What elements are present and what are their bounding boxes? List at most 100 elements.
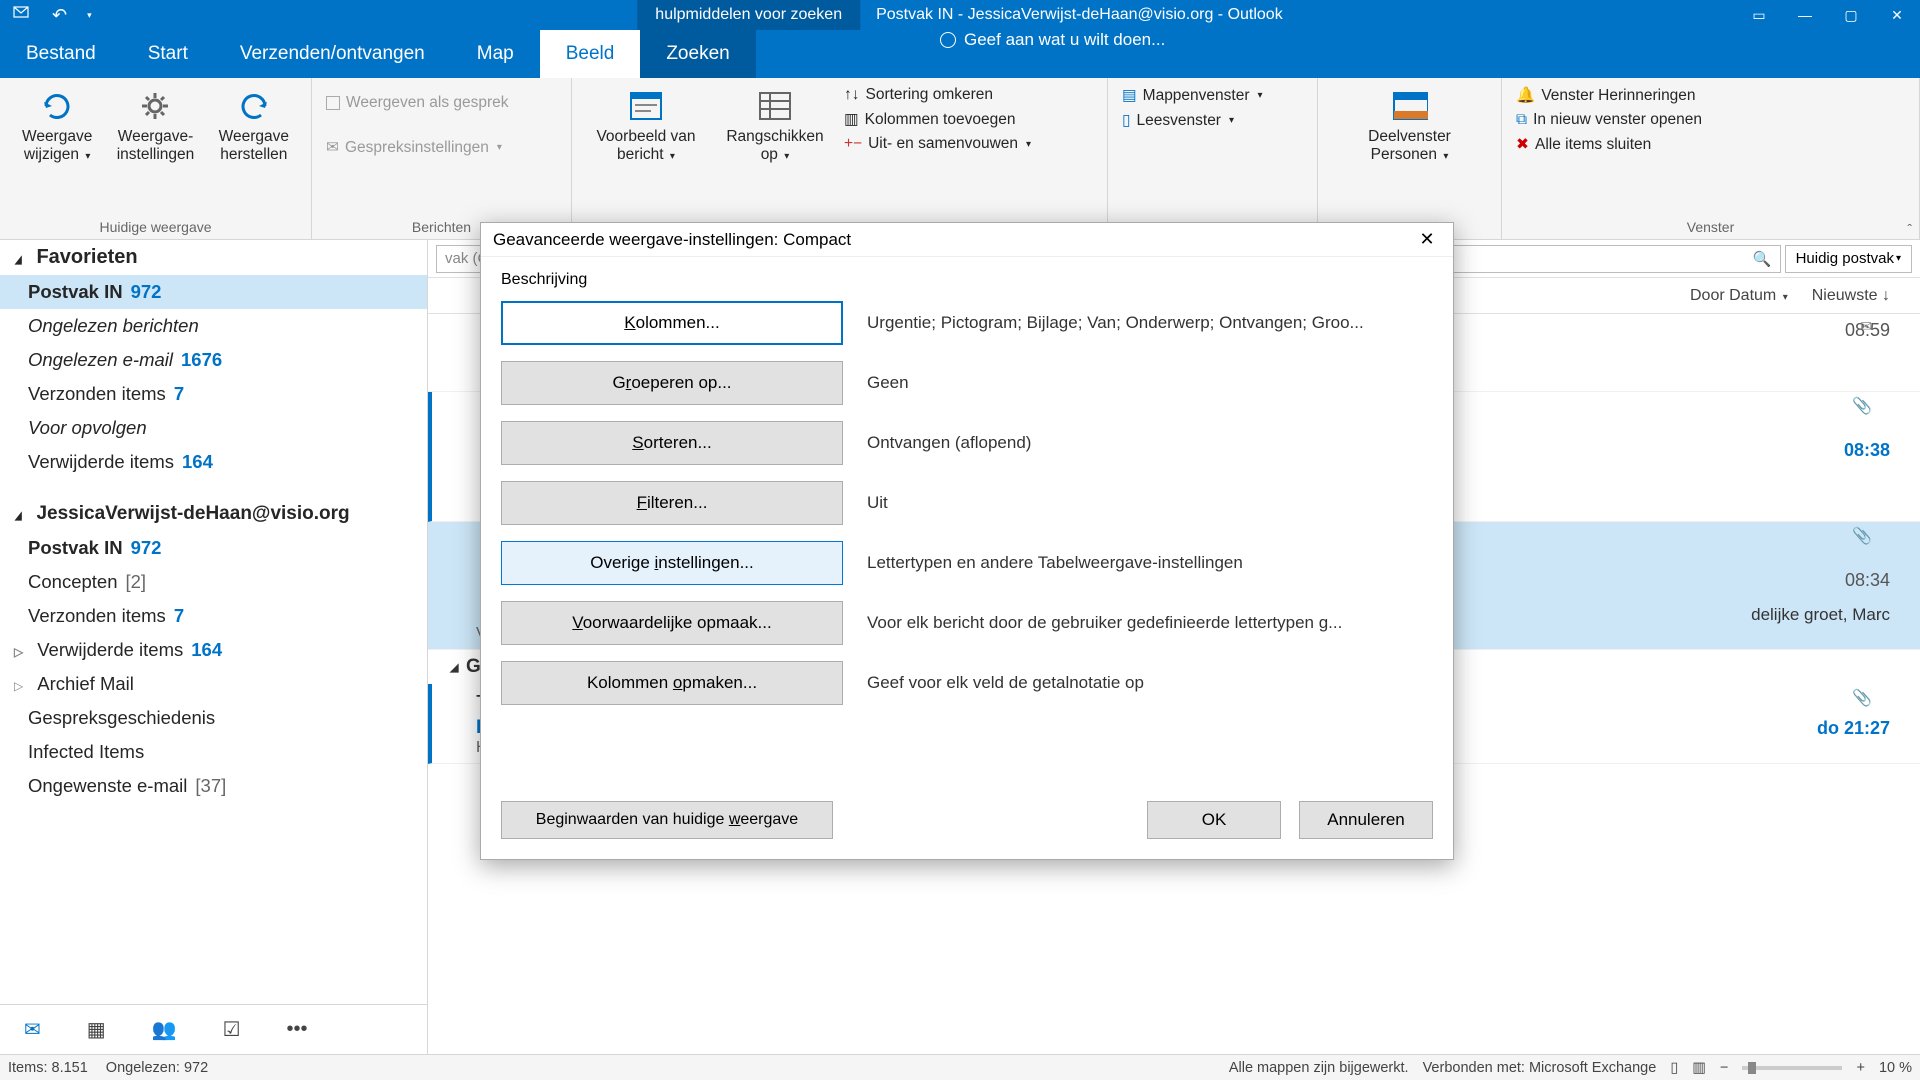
zoom-in-icon[interactable]: + <box>1856 1060 1864 1076</box>
preview-icon <box>628 88 664 124</box>
add-columns-button[interactable]: ▥Kolommen toevoegen <box>844 110 1031 129</box>
arrange-icon <box>757 88 793 124</box>
nav-drafts[interactable]: Concepten[2] <box>0 565 427 599</box>
tab-send-receive[interactable]: Verzenden/ontvangen <box>214 30 451 78</box>
maximize-button[interactable]: ▢ <box>1828 0 1874 30</box>
open-new-window-button[interactable]: ⧉In nieuw venster openen <box>1516 111 1702 129</box>
attachment-icon: 📎 <box>1852 396 1872 416</box>
dialog-section-label: Beschrijving <box>501 271 1433 289</box>
format-columns-button[interactable]: Kolommen opmaken... <box>501 661 843 705</box>
reverse-sort-button[interactable]: ↑↓Sortering omkeren <box>844 86 1031 104</box>
swap-icon: ↑↓ <box>844 86 860 104</box>
view-reading-icon[interactable]: ▥ <box>1692 1060 1706 1076</box>
close-button[interactable]: ✕ <box>1874 0 1920 30</box>
tab-file[interactable]: Bestand <box>0 30 122 78</box>
tab-view[interactable]: Beeld <box>540 30 641 78</box>
view-settings-button[interactable]: Weergave-instellingen <box>106 82 204 164</box>
account-header[interactable]: JessicaVerwijst-deHaan@visio.org <box>0 497 427 531</box>
zoom-out-icon[interactable]: − <box>1720 1060 1728 1076</box>
attachment-icon: 📎 <box>1852 526 1872 546</box>
people-icon[interactable]: 👥 <box>152 1017 177 1042</box>
zoom-slider[interactable] <box>1742 1066 1842 1070</box>
cancel-button[interactable]: Annuleren <box>1299 801 1433 839</box>
calendar-icon[interactable]: ▦ <box>87 1017 106 1042</box>
tell-me[interactable]: Geef aan wat u wilt doen... <box>940 30 1165 50</box>
arrange-by-button[interactable]: Rangschikkenop ▾ <box>712 82 838 164</box>
mail-icon[interactable]: ✉ <box>24 1017 41 1042</box>
search-icon[interactable]: 🔍 <box>1753 250 1772 268</box>
message-time: do 21:27 <box>1790 718 1890 739</box>
tasks-icon[interactable]: ☑ <box>223 1017 241 1042</box>
window-title: Postvak IN - JessicaVerwijst-deHaan@visi… <box>876 0 1283 30</box>
ribbon-tabs: Bestand Start Verzenden/ontvangen Map Be… <box>0 30 1920 78</box>
tab-folder[interactable]: Map <box>451 30 540 78</box>
tab-search[interactable]: Zoeken <box>640 30 755 78</box>
message-preview-button[interactable]: Voorbeeld vanbericht ▾ <box>580 82 712 164</box>
quick-access-toolbar: ↶ ▾ <box>0 4 92 27</box>
undo-icon[interactable]: ↶ <box>52 5 67 26</box>
columns-desc: Urgentie; Pictogram; Bijlage; Van; Onder… <box>867 313 1433 333</box>
ribbon-options-icon[interactable]: ▭ <box>1736 0 1782 30</box>
expand-icon: +− <box>844 135 862 153</box>
format-columns-desc: Geef voor elk veld de getalnotatie op <box>867 673 1433 693</box>
nav-inbox[interactable]: Postvak IN972 <box>0 275 427 309</box>
bell-icon: 🔔 <box>1516 86 1535 105</box>
nav-switcher: ✉ ▦ 👥 ☑ ••• <box>0 1004 427 1054</box>
nav-deleted[interactable]: Verwijderde items164 <box>0 445 427 479</box>
ribbon-group-messages: Weergeven als gesprek ✉ Gespreksinstelli… <box>312 78 572 239</box>
reset-view-button[interactable]: Beginwaarden van huidige weergave <box>501 801 833 839</box>
status-item-count: Items: 8.151 <box>8 1060 88 1076</box>
favorites-header[interactable]: Favorieten <box>0 240 427 275</box>
ok-button[interactable]: OK <box>1147 801 1281 839</box>
nav-junk[interactable]: Ongewenste e-mail[37] <box>0 769 427 803</box>
cond-format-button[interactable]: Voorwaardelijke opmaak... <box>501 601 843 645</box>
sort-newest[interactable]: Nieuwste ↓ <box>1812 287 1890 305</box>
other-settings-desc: Lettertypen en andere Tabelweergave-inst… <box>867 553 1433 573</box>
status-connection: Verbonden met: Microsoft Exchange <box>1423 1060 1657 1076</box>
nav-account-deleted[interactable]: Verwijderde items164 <box>0 633 427 667</box>
view-normal-icon[interactable]: ▯ <box>1670 1060 1678 1076</box>
reading-pane-button[interactable]: ▯Leesvenster▾ <box>1122 111 1263 130</box>
sort-by-date[interactable]: Door Datum ▾ <box>1690 287 1788 305</box>
nav-unread-messages[interactable]: Ongelezen berichten <box>0 309 427 343</box>
expand-collapse-button[interactable]: +−Uit- en samenvouwen▾ <box>844 135 1031 153</box>
folder-pane-button[interactable]: ▤Mappenvenster▾ <box>1122 86 1263 105</box>
collapse-ribbon-icon[interactable]: ˆ <box>1907 221 1912 237</box>
nav-account-sent[interactable]: Verzonden items7 <box>0 599 427 633</box>
other-settings-button[interactable]: Overige instellingen... <box>501 541 843 585</box>
close-all-button[interactable]: ✖Alle items sluiten <box>1516 135 1702 154</box>
filter-desc: Uit <box>867 493 1433 513</box>
show-as-conversation-checkbox[interactable]: Weergeven als gesprek <box>326 94 509 112</box>
nav-conv-history[interactable]: Gespreksgeschiedenis <box>0 701 427 735</box>
people-pane-icon <box>1392 88 1428 124</box>
nav-sent[interactable]: Verzonden items7 <box>0 377 427 411</box>
qat-send-receive-icon[interactable] <box>12 4 32 27</box>
search-scope-dropdown[interactable]: Huidig postvak ▾ <box>1785 245 1912 273</box>
nav-followup[interactable]: Voor opvolgen <box>0 411 427 445</box>
change-view-button[interactable]: Weergavewijzigen ▾ <box>8 82 106 164</box>
lightbulb-icon <box>940 32 956 48</box>
conversation-settings-button[interactable]: ✉ Gespreksinstellingen▾ <box>326 138 509 157</box>
minimize-button[interactable]: — <box>1782 0 1828 30</box>
columns-button[interactable]: Kolommen... <box>501 301 843 345</box>
reset-view-button[interactable]: Weergaveherstellen <box>205 82 303 164</box>
sort-button[interactable]: Sorteren... <box>501 421 843 465</box>
dialog-close-button[interactable]: ✕ <box>1413 229 1441 250</box>
more-icon[interactable]: ••• <box>287 1018 308 1041</box>
ribbon-group-layout: ▤Mappenvenster▾ ▯Leesvenster▾ <box>1108 78 1318 239</box>
ribbon-group-people: DeelvensterPersonen ▾ Personen <box>1318 78 1502 239</box>
nav-archive[interactable]: Archief Mail <box>0 667 427 701</box>
filter-button[interactable]: Filteren... <box>501 481 843 525</box>
sort-desc: Ontvangen (aflopend) <box>867 433 1433 453</box>
people-pane-button[interactable]: DeelvensterPersonen ▾ <box>1350 82 1470 164</box>
status-unread-count: Ongelezen: 972 <box>106 1060 208 1076</box>
nav-infected[interactable]: Infected Items <box>0 735 427 769</box>
nav-account-inbox[interactable]: Postvak IN972 <box>0 531 427 565</box>
tab-home[interactable]: Start <box>122 30 214 78</box>
zoom-level[interactable]: 10 % <box>1879 1060 1912 1076</box>
dialog-titlebar: Geavanceerde weergave-instellingen: Comp… <box>481 223 1453 257</box>
nav-unread-mail[interactable]: Ongelezen e-mail1676 <box>0 343 427 377</box>
reminders-window-button[interactable]: 🔔Venster Herinneringen <box>1516 86 1702 105</box>
group-by-button[interactable]: Groeperen op... <box>501 361 843 405</box>
qat-dropdown-icon[interactable]: ▾ <box>87 10 92 21</box>
